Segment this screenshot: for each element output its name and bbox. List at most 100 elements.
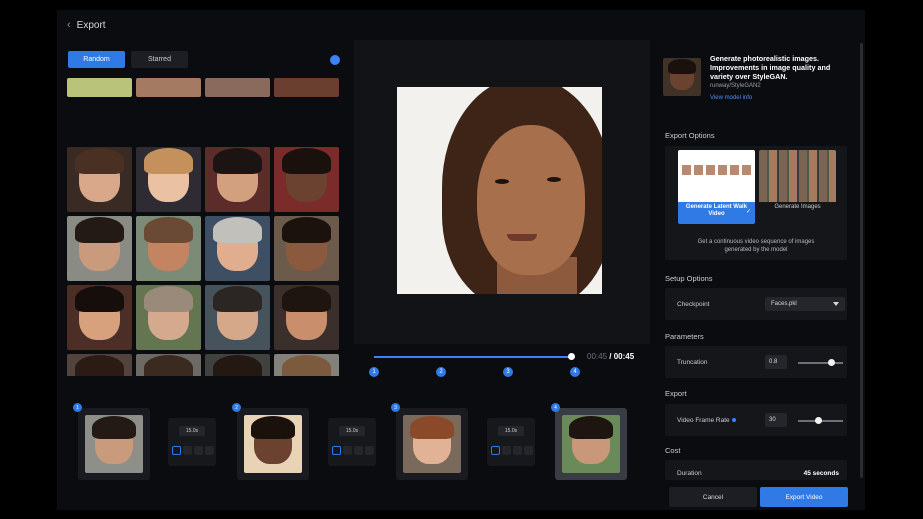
settings-sidebar: Generate photorealistic images. Improvem… (657, 40, 865, 510)
grid-image[interactable] (205, 285, 270, 350)
timeline-marker[interactable]: 2 (436, 367, 446, 377)
option-generate-images[interactable]: Generate Images (759, 150, 836, 224)
curve-icon[interactable] (524, 446, 533, 455)
playback-timeline[interactable] (374, 353, 575, 360)
grid-image[interactable] (205, 147, 270, 212)
grid-image[interactable] (274, 216, 339, 281)
checkpoint-value: Faces.pkl (771, 301, 797, 307)
total-time: / 00:45 (609, 352, 635, 361)
slider-handle[interactable] (815, 417, 823, 424)
chevron-down-icon (833, 302, 839, 306)
curve-icon[interactable] (205, 446, 214, 455)
curve-icon[interactable] (513, 446, 522, 455)
tab-random[interactable]: Random (68, 51, 125, 68)
checkbox-icon[interactable] (491, 446, 500, 455)
grid-image[interactable] (205, 354, 270, 376)
checkpoint-label: Checkpoint (677, 301, 710, 308)
model-description: Generate photorealistic images. Improvem… (710, 54, 831, 81)
check-icon: ✓ (745, 209, 751, 215)
preview-panel (354, 40, 650, 344)
keyframe-number: 3 (391, 403, 400, 412)
truncation-slider[interactable] (798, 359, 843, 366)
curve-icon[interactable] (183, 446, 192, 455)
checkbox-icon[interactable] (172, 446, 181, 455)
top-bar: ‹ Export (57, 10, 865, 40)
keyframe-number: 4 (551, 403, 560, 412)
grid-image[interactable] (67, 285, 132, 350)
option-video-label: Generate Latent Walk Video (685, 204, 748, 217)
cost-heading: Cost (665, 446, 681, 455)
grid-image[interactable] (136, 216, 201, 281)
keyframe[interactable] (396, 408, 468, 480)
keyframe[interactable] (78, 408, 150, 480)
grid-image[interactable] (205, 216, 270, 281)
keyframe-number: 2 (232, 403, 241, 412)
curve-icon[interactable] (365, 446, 374, 455)
curve-icon[interactable] (502, 446, 511, 455)
setup-options-card: Checkpoint Faces.pkl (665, 288, 847, 320)
frame-rate-slider[interactable] (798, 417, 843, 424)
grid-image[interactable] (274, 147, 339, 212)
model-thumbnail (663, 58, 701, 96)
grid-image[interactable] (67, 216, 132, 281)
timeline-marker[interactable]: 4 (570, 367, 580, 377)
grid-image[interactable] (274, 354, 339, 376)
curve-icon[interactable] (354, 446, 363, 455)
slider-handle[interactable] (827, 359, 835, 366)
export-window: ‹ Export Random Starred 00:45 / 00:45 1 … (57, 10, 865, 510)
transition-duration[interactable]: 15.0s (339, 426, 365, 436)
grid-image[interactable] (205, 78, 270, 97)
setup-options-heading: Setup Options (665, 274, 713, 283)
gallery-options-icon[interactable] (330, 55, 340, 65)
export-heading: Export (665, 389, 687, 398)
grid-image[interactable] (67, 354, 132, 376)
timeline-marker[interactable]: 1 (369, 367, 379, 377)
transition-duration[interactable]: 15.0s (498, 426, 524, 436)
timeline-marker[interactable]: 3 (503, 367, 513, 377)
transition-duration[interactable]: 15.0s (179, 426, 205, 436)
sidebar-scrollbar[interactable] (860, 43, 863, 478)
checkpoint-select[interactable]: Faces.pkl (765, 297, 845, 311)
export-card: Video Frame Rate 30 (665, 404, 847, 436)
info-icon[interactable] (731, 418, 736, 423)
export-options-heading: Export Options (665, 131, 715, 140)
frame-rate-input[interactable]: 30 (765, 413, 787, 427)
grid-image[interactable] (67, 147, 132, 212)
transition-block[interactable]: 15.0s (168, 418, 216, 466)
option-latent-walk-video[interactable]: Generate Latent Walk Video ✓ (678, 150, 755, 224)
duration-value: 45 seconds (803, 470, 839, 477)
transition-block[interactable]: 15.0s (487, 418, 535, 466)
page-title: Export (76, 19, 106, 31)
grid-image[interactable] (274, 78, 339, 97)
parameters-heading: Parameters (665, 332, 704, 341)
grid-image[interactable] (136, 285, 201, 350)
timeline-handle[interactable] (568, 353, 575, 360)
chevron-left-icon[interactable]: ‹ (67, 19, 71, 31)
grid-row-partial (67, 78, 339, 97)
gallery-tabs: Random Starred (68, 51, 188, 68)
grid-image[interactable] (274, 285, 339, 350)
export-options-card: Generate Latent Walk Video ✓ Generate Im… (665, 146, 847, 260)
keyframe-number: 1 (73, 403, 82, 412)
tab-starred[interactable]: Starred (131, 51, 188, 68)
time-readout: 00:45 / 00:45 (587, 352, 634, 361)
keyframe-strip: 1 15.0s 2 15.0s 3 15.0s 4 (57, 394, 657, 510)
curve-icon[interactable] (343, 446, 352, 455)
image-grid (67, 78, 342, 376)
grid-image[interactable] (67, 78, 132, 97)
frame-rate-label-row: Video Frame Rate (677, 417, 736, 424)
cancel-button[interactable]: Cancel (669, 487, 757, 507)
grid-image[interactable] (136, 147, 201, 212)
export-video-button[interactable]: Export Video (760, 487, 848, 507)
checkbox-icon[interactable] (332, 446, 341, 455)
view-model-info-link[interactable]: View model info (710, 95, 752, 101)
truncation-input[interactable]: 0.8 (765, 355, 787, 369)
curve-icon[interactable] (194, 446, 203, 455)
keyframe[interactable] (237, 408, 309, 480)
keyframe-selected[interactable] (555, 408, 627, 480)
transition-block[interactable]: 15.0s (328, 418, 376, 466)
grid-image[interactable] (136, 354, 201, 376)
frame-rate-label: Video Frame Rate (677, 417, 730, 424)
parameters-card: Truncation 0.8 (665, 346, 847, 378)
grid-image[interactable] (136, 78, 201, 97)
